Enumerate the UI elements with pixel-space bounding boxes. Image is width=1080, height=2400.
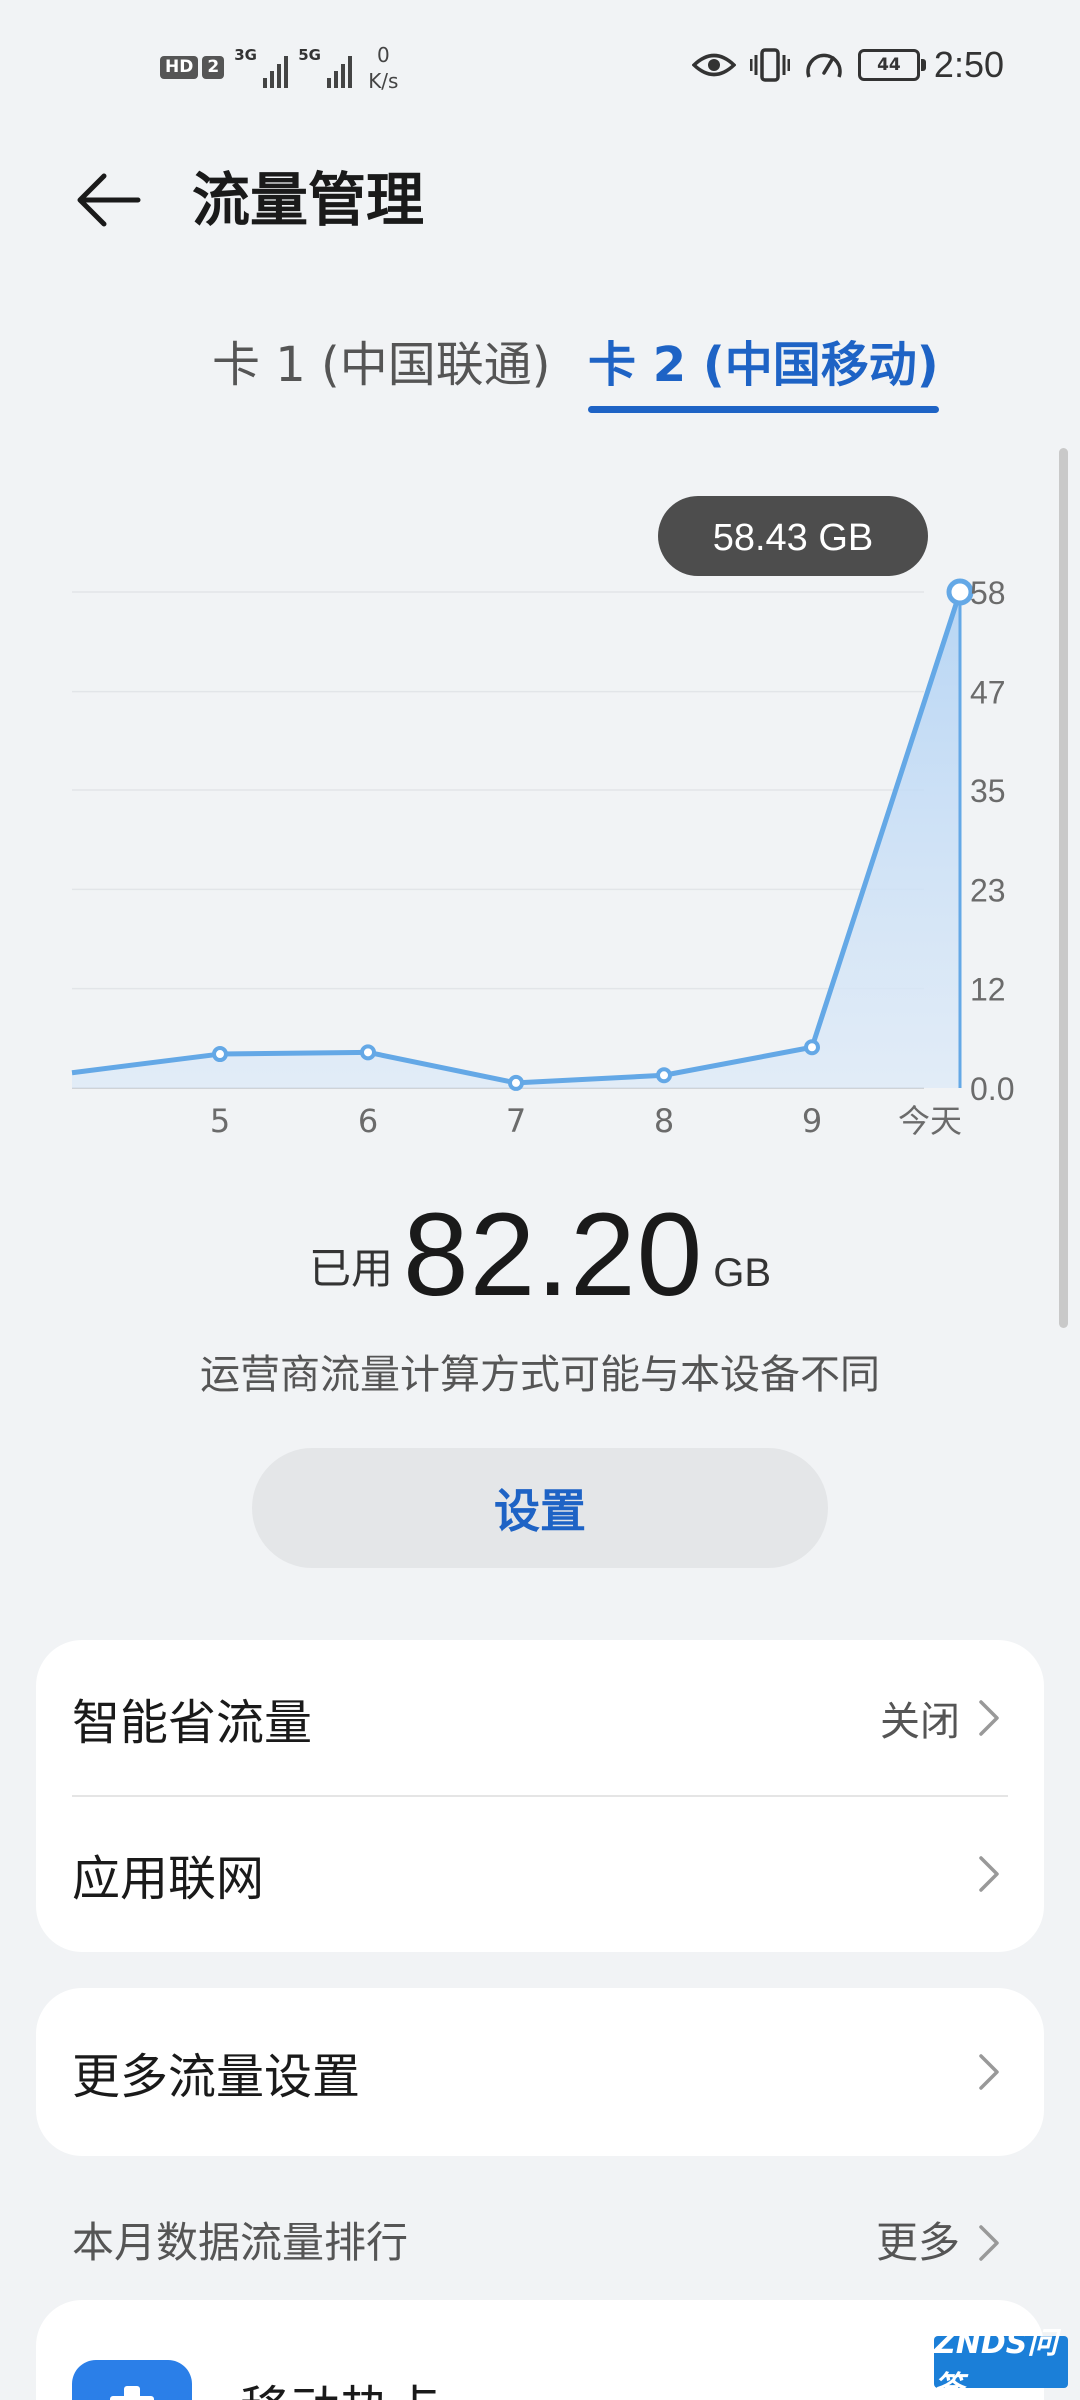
tooltip-value: 58.43 GB [713,517,874,559]
tab-sim1[interactable]: 卡 1 (中国联通) [212,330,551,400]
status-bar: HD 2 3G 5G 0 K/s 44 2:50 [0,0,1080,130]
chevron-right-icon [979,2054,999,2090]
y-tick-label: 47 [970,675,1006,711]
settings-button[interactable]: 设置 [252,1448,828,1568]
status-left: HD 2 3G 5G 0 K/s [160,42,398,94]
usage-prefix: 已用 [308,1244,393,1293]
tab-selected-indicator [588,406,939,413]
sim1-network-type: 3G [234,46,257,64]
ranking-more-link[interactable]: 更多 [876,2208,960,2278]
battery-level: 44 [877,55,901,75]
usage-chart-svg: 0.0 12 23 35 47 58 5 6 7 8 9 今天 58.43 GB [71,496,1014,1140]
settings-button-label: 设置 [494,1484,586,1538]
sim-slot-label: 2 [202,56,225,79]
ranking-title: 本月数据流量排行 [72,2218,409,2267]
x-tick-label: 9 [802,1102,822,1140]
battery-icon: 44 [857,49,926,81]
sim-tabs: 卡 1 (中国联通) 卡 2 (中国移动) [0,330,1080,420]
tab-sim1-label: 卡 1 (中国联通) [212,337,551,393]
usage-line [71,591,963,1086]
vibrate-icon [749,48,790,82]
data-point [360,1044,376,1061]
usage-area [72,592,960,1088]
x-tick-label: 今天 [898,1102,962,1140]
chevron-right-icon [979,1700,999,1736]
chevron-right-icon[interactable] [976,2223,1002,2263]
eye-comfort-icon [691,53,736,77]
carrier-notice: 运营商流量计算方式可能与本设备不同 [200,1352,880,1398]
data-point [212,1046,228,1063]
hotspot-app-icon [72,2360,192,2400]
clock: 2:50 [933,44,1004,85]
data-point [508,1074,524,1091]
y-tick-label: 0.0 [970,1071,1014,1107]
usage-value: 82.20 [402,1189,704,1321]
ranking-app-name: 移动热点 [240,2370,440,2400]
chevron-right-icon [979,1856,999,1892]
y-tick-label: 35 [970,773,1006,809]
signal-sim1-icon: 3G [234,42,289,88]
status-right: 44 2:50 [691,44,1004,86]
network-speed: 0 K/s [368,42,398,94]
ranking-header: 本月数据流量排行 更多 [0,2208,1080,2278]
smart-saver-value: 关闭 [880,1699,960,1745]
x-tick-label: 7 [506,1102,526,1140]
x-tick-label: 5 [210,1102,230,1140]
zhihu-watermark: 知乎 @ [820,2338,933,2378]
app-header: 流量管理 [0,150,1080,250]
usage-unit: GB [713,1251,772,1295]
smart-saver-row[interactable]: 智能省流量 关闭 [36,1640,1044,1796]
more-settings-card: 更多流量设置 [36,1988,1044,2156]
tab-sim2[interactable]: 卡 2 (中国移动) [588,330,939,413]
usage-chart[interactable]: 0.0 12 23 35 47 58 5 6 7 8 9 今天 58.43 GB [0,470,1080,1150]
data-point [804,1039,820,1056]
signal-sim2-icon: 5G [298,42,353,88]
hd-voice-icon: HD 2 [160,56,225,79]
y-tick-label: 12 [970,972,1006,1008]
back-arrow-icon[interactable] [70,160,150,240]
more-settings-row[interactable]: 更多流量设置 [36,1988,1044,2156]
app-network-row[interactable]: 应用联网 [36,1796,1044,1952]
net-speed-unit: K/s [368,69,399,93]
x-tick-label: 6 [358,1102,378,1140]
hd-label: HD [160,56,199,79]
data-point [946,578,974,606]
more-settings-label: 更多流量设置 [72,2049,361,2105]
app-network-label: 应用联网 [72,1851,265,1907]
y-tick-label: 58 [970,575,1006,611]
settings-card: 智能省流量 关闭 应用联网 [36,1640,1044,1952]
net-speed-value: 0 [376,43,390,67]
x-tick-label: 8 [654,1102,674,1140]
data-point [656,1067,672,1084]
sim2-network-type: 5G [298,46,321,64]
tab-sim2-label: 卡 2 (中国移动) [588,337,939,393]
znds-logo: ZNDS问答 [934,2326,1068,2400]
page-title: 流量管理 [192,166,425,234]
smart-saver-label: 智能省流量 [72,1695,313,1751]
usage-total: 已用 82.20 GB [0,1189,1080,1321]
y-tick-label: 23 [970,872,1006,908]
speedometer-icon [806,53,842,78]
